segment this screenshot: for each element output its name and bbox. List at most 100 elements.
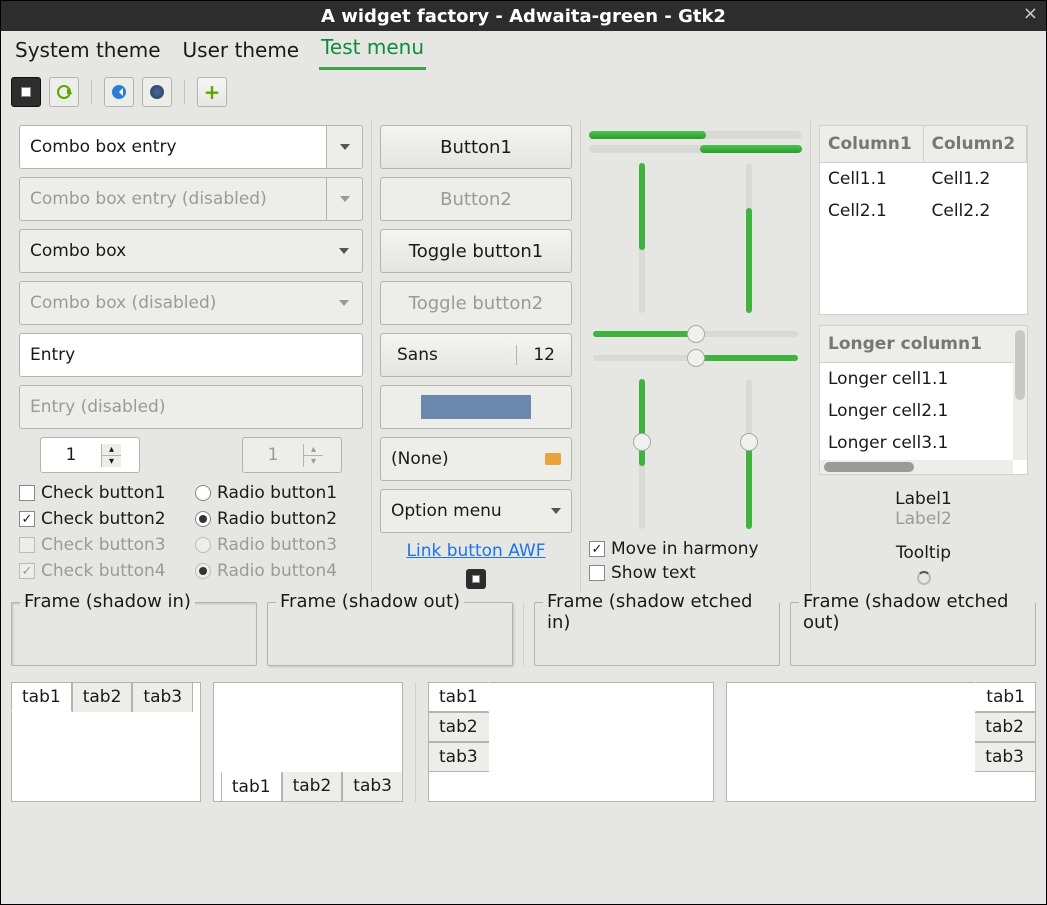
column-header-1[interactable]: Column1: [820, 126, 924, 162]
check-button-3: Check button3: [19, 535, 187, 555]
check-button-2[interactable]: Check button2: [19, 509, 187, 529]
spin-steppers[interactable]: ▴▾: [101, 444, 121, 467]
separator: [415, 682, 416, 802]
button-2: Button2: [380, 177, 572, 221]
tree-header[interactable]: Column1 Column2: [820, 126, 1027, 163]
vertical-progress-1: [639, 163, 645, 313]
column-header-long[interactable]: Longer column1: [820, 326, 1027, 363]
vertical-scale-2[interactable]: [746, 379, 752, 529]
table-row[interactable]: Cell1.1Cell1.2: [820, 163, 1027, 195]
tree-view-2[interactable]: Longer column1 Longer cell1.1 Longer cel…: [819, 325, 1028, 475]
panel-icon[interactable]: [11, 77, 41, 107]
chevron-down-icon[interactable]: [326, 126, 362, 168]
close-icon[interactable]: ×: [1023, 5, 1038, 23]
scrollbar-thumb[interactable]: [824, 462, 914, 472]
option-menu[interactable]: Option menu: [380, 489, 572, 533]
tab-1[interactable]: tab1: [221, 772, 282, 802]
button-1[interactable]: Button1: [380, 125, 572, 169]
slider-thumb[interactable]: [687, 325, 705, 343]
font-button[interactable]: Sans 12: [380, 333, 572, 377]
combo-box-entry[interactable]: Combo box entry: [19, 125, 363, 169]
notebook-tabs-top: tab1 tab2 tab3: [11, 682, 201, 802]
horizontal-scrollbar[interactable]: [820, 460, 1013, 474]
checkbox-icon: [19, 537, 35, 553]
check-button-1[interactable]: Check button1: [19, 483, 187, 503]
frame-shadow-etched-in: Frame (shadow etched in): [534, 602, 780, 666]
tree-view-1[interactable]: Column1 Column2 Cell1.1Cell1.2 Cell2.1Ce…: [819, 125, 1028, 315]
show-text-check[interactable]: Show text: [589, 563, 802, 583]
toggle-button-1[interactable]: Toggle button1: [380, 229, 572, 273]
tab-3[interactable]: tab3: [342, 772, 403, 802]
slider-thumb[interactable]: [633, 433, 651, 451]
spin-down-icon: ▾: [304, 456, 323, 467]
font-size: 12: [516, 345, 571, 365]
tab-2[interactable]: tab2: [975, 712, 1036, 742]
checkbox-icon[interactable]: [19, 511, 35, 527]
tab-3[interactable]: tab3: [975, 742, 1036, 772]
combo-box-entry-disabled-text: Combo box entry (disabled): [30, 189, 267, 209]
app-window: A widget factory - Adwaita-green - Gtk2 …: [0, 0, 1047, 905]
list-item[interactable]: Longer cell2.1: [820, 395, 1027, 427]
color-button[interactable]: [380, 385, 572, 429]
square-icon: [21, 87, 31, 97]
globe-icon[interactable]: [142, 77, 172, 107]
radio-label: Radio button4: [217, 561, 337, 581]
tab-3[interactable]: tab3: [132, 682, 193, 712]
refresh-glyph-icon: [57, 85, 71, 99]
tab-3[interactable]: tab3: [428, 742, 489, 772]
radio-button-1[interactable]: Radio button1: [195, 483, 363, 503]
tab-2[interactable]: tab2: [428, 712, 489, 742]
radio-icon[interactable]: [195, 485, 211, 501]
move-in-harmony-check[interactable]: Move in harmony: [589, 539, 802, 559]
spin-down-icon[interactable]: ▾: [102, 456, 121, 467]
radio-button-2[interactable]: Radio button2: [195, 509, 363, 529]
tab-1[interactable]: tab1: [11, 682, 72, 712]
checkbox-icon[interactable]: [589, 541, 605, 557]
slider-thumb[interactable]: [740, 433, 758, 451]
menu-test-menu[interactable]: Test menu: [319, 29, 426, 70]
list-item[interactable]: Longer cell3.1: [820, 427, 1027, 456]
tab-1[interactable]: tab1: [975, 682, 1036, 712]
toolbar-separator: [184, 80, 185, 104]
link-button[interactable]: Link button AWF: [380, 541, 572, 561]
spin-button[interactable]: ▴▾: [40, 437, 140, 473]
chevron-down-icon[interactable]: [326, 230, 362, 272]
column-header-2[interactable]: Column2: [924, 126, 1028, 162]
vertical-scale-1[interactable]: [639, 379, 645, 529]
scrollbar-thumb[interactable]: [1015, 330, 1025, 400]
check-label: Check button3: [41, 535, 166, 555]
tab-1[interactable]: tab1: [428, 682, 489, 712]
menu-system-theme[interactable]: System theme: [13, 32, 163, 70]
spin-value[interactable]: [41, 444, 101, 466]
file-chooser-button[interactable]: (None): [380, 437, 572, 481]
horizontal-scale-2[interactable]: [593, 355, 798, 361]
column-scales: Move in harmony Show text: [581, 121, 811, 594]
back-glyph-icon: [112, 85, 126, 99]
radio-button-3: Radio button3: [195, 535, 363, 555]
entry-input[interactable]: Entry: [19, 333, 363, 377]
list-item[interactable]: Longer cell1.1: [820, 363, 1027, 395]
menu-user-theme[interactable]: User theme: [181, 32, 302, 70]
back-icon[interactable]: [104, 77, 134, 107]
combo-box[interactable]: Combo box: [19, 229, 363, 273]
checkbox-icon[interactable]: [589, 565, 605, 581]
window-title: A widget factory - Adwaita-green - Gtk2: [321, 6, 726, 27]
checkbox-icon: [19, 563, 35, 579]
about-icon[interactable]: [466, 569, 486, 589]
tab-2[interactable]: tab2: [282, 772, 343, 802]
refresh-icon[interactable]: [49, 77, 79, 107]
tab-2[interactable]: tab2: [72, 682, 133, 712]
tooltip-label: Tooltip: [819, 543, 1028, 563]
horizontal-scale-1[interactable]: [593, 331, 798, 337]
slider-thumb[interactable]: [687, 349, 705, 367]
vertical-scrollbar[interactable]: [1013, 326, 1027, 460]
table-row[interactable]: Cell2.1Cell2.2: [820, 195, 1027, 227]
spin-up-icon[interactable]: ▴: [102, 444, 121, 456]
progress-bar-1: [589, 131, 802, 139]
spin-row: ▴▾ ▴▾: [19, 437, 363, 473]
add-icon[interactable]: +: [197, 77, 227, 107]
checkbox-icon[interactable]: [19, 485, 35, 501]
radio-icon: [195, 563, 211, 579]
radio-icon[interactable]: [195, 511, 211, 527]
chevron-down-icon: [551, 508, 561, 514]
